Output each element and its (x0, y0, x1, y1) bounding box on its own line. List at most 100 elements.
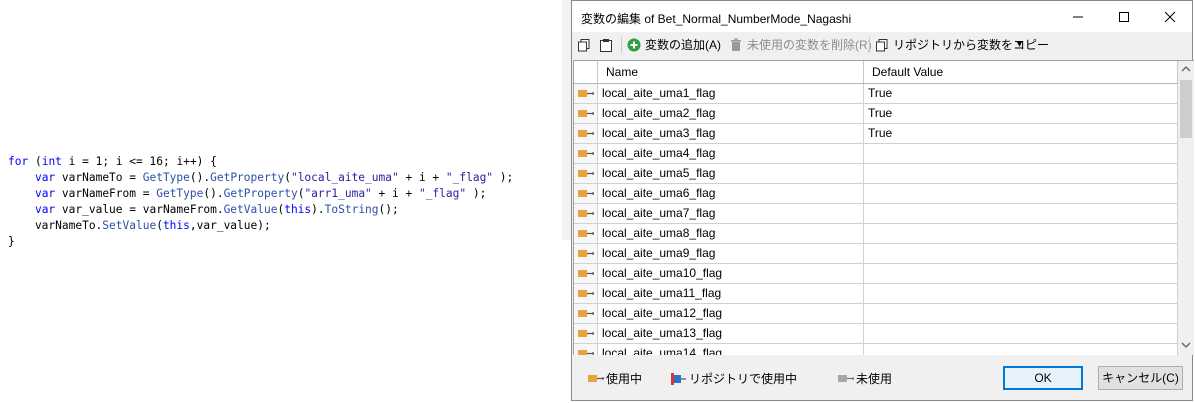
variable-name-cell[interactable]: local_aite_uma4_flag (598, 144, 864, 163)
scrollbar-thumb[interactable] (1180, 80, 1192, 138)
row-status-cell (574, 104, 598, 123)
code-line: } (8, 234, 513, 250)
add-variable-button[interactable]: 変数の追加(A) (627, 36, 727, 54)
copy-from-repository-button[interactable]: リポジトリから変数をコピー (875, 36, 1049, 54)
variable-name-cell[interactable]: local_aite_uma10_flag (598, 264, 864, 283)
code-token: ( (156, 219, 163, 232)
default-value-cell[interactable] (864, 284, 1178, 303)
edit-variables-dialog: 変数の編集 of Bet_Normal_NumberMode_Nagashi 変… (571, 0, 1194, 401)
row-status-cell (574, 304, 598, 323)
maximize-icon (1119, 12, 1129, 22)
code-token: ,var_value); (189, 219, 271, 232)
default-value-cell[interactable] (864, 144, 1178, 163)
legend-in-use-label: 使用中 (606, 372, 643, 386)
table-row[interactable]: local_aite_uma10_flag (574, 264, 1178, 284)
table-row[interactable]: local_aite_uma5_flag (574, 164, 1178, 184)
default-value-cell[interactable] (864, 224, 1178, 243)
code-editor[interactable]: for (int i = 1; i <= 16; i++) { var varN… (8, 154, 513, 250)
table-row[interactable]: local_aite_uma12_flag (574, 304, 1178, 324)
default-value-cell[interactable]: True (864, 124, 1178, 143)
row-status-cell (574, 244, 598, 263)
default-value-cell[interactable] (864, 204, 1178, 223)
default-value-cell[interactable]: True (864, 84, 1178, 103)
code-token: GetType (142, 171, 190, 184)
row-status-cell (574, 264, 598, 283)
variable-in-use-icon (578, 190, 594, 197)
variable-name-cell[interactable]: local_aite_uma8_flag (598, 224, 864, 243)
variable-name-cell[interactable]: local_aite_uma1_flag (598, 84, 864, 103)
table-row[interactable]: local_aite_uma7_flag (574, 204, 1178, 224)
default-value-cell[interactable] (864, 304, 1178, 323)
legend-repo-in-use: リポジトリで使用中 (671, 371, 801, 387)
variable-name-cell[interactable]: local_aite_uma14_flag (598, 344, 864, 355)
vertical-scrollbar[interactable] (1178, 61, 1194, 355)
code-token: var (34, 187, 56, 200)
ok-button[interactable]: OK (1003, 366, 1083, 390)
code-line: for (int i = 1; i <= 16; i++) { (8, 154, 513, 170)
table-row[interactable]: local_aite_uma8_flag (574, 224, 1178, 244)
code-token: ( (284, 171, 291, 184)
table-row[interactable]: local_aite_uma14_flag (574, 344, 1178, 355)
minimize-button[interactable] (1055, 1, 1101, 32)
table-row[interactable]: local_aite_uma4_flag (574, 144, 1178, 164)
table-row[interactable]: local_aite_uma6_flag (574, 184, 1178, 204)
code-token: "arr1_uma" (304, 187, 372, 200)
variable-name-cell[interactable]: local_aite_uma7_flag (598, 204, 864, 223)
table-row[interactable]: local_aite_uma2_flag True (574, 104, 1178, 124)
table-row[interactable]: local_aite_uma1_flag True (574, 84, 1178, 104)
copy-icon (578, 39, 590, 52)
scroll-down-icon[interactable] (1178, 337, 1194, 353)
copy-button[interactable] (577, 36, 593, 54)
title-bar[interactable]: 変数の編集 of Bet_Normal_NumberMode_Nagashi (572, 1, 1192, 32)
variable-name-cell[interactable]: local_aite_uma11_flag (598, 284, 864, 303)
add-variable-label: 変数の追加(A) (645, 38, 721, 52)
table-row[interactable]: local_aite_uma11_flag (574, 284, 1178, 304)
variable-name-cell[interactable]: local_aite_uma3_flag (598, 124, 864, 143)
code-token: ; i++) { (163, 155, 217, 168)
legend-repo-in-use-label: リポジトリで使用中 (689, 372, 798, 386)
paste-button[interactable] (599, 36, 615, 54)
delete-unused-label: 未使用の変数を削除(R) (747, 38, 872, 52)
code-token: } (8, 235, 15, 248)
close-button[interactable] (1147, 1, 1193, 32)
variable-name-cell[interactable]: local_aite_uma6_flag (598, 184, 864, 203)
table-row[interactable]: local_aite_uma13_flag (574, 324, 1178, 344)
default-value-cell[interactable] (864, 184, 1178, 203)
header-name[interactable]: Name (598, 61, 864, 83)
table-row[interactable]: local_aite_uma3_flag True (574, 124, 1178, 144)
delete-unused-button[interactable]: 未使用の変数を削除(R) (729, 36, 872, 54)
variable-name-cell[interactable]: local_aite_uma2_flag (598, 104, 864, 123)
default-value-cell[interactable] (864, 344, 1178, 355)
variable-in-use-icon (578, 250, 594, 257)
variable-in-use-icon (578, 230, 594, 237)
chevron-down-icon[interactable]: ▾ (1017, 36, 1027, 54)
variable-in-use-icon (578, 270, 594, 277)
legend-in-use: 使用中 (588, 371, 658, 387)
code-token: int (41, 155, 62, 168)
code-token: varNameTo. (8, 219, 103, 232)
variable-name-cell[interactable]: local_aite_uma13_flag (598, 324, 864, 343)
scroll-up-icon[interactable] (1178, 61, 1194, 77)
code-token: varNameFrom = (55, 187, 157, 200)
row-status-cell (574, 224, 598, 243)
code-line: var var_value = varNameFrom.GetValue(thi… (8, 202, 513, 218)
variable-name-cell[interactable]: local_aite_uma9_flag (598, 244, 864, 263)
toolbar-separator (621, 37, 622, 53)
default-value-cell[interactable] (864, 244, 1178, 263)
header-default-value[interactable]: Default Value (864, 61, 1178, 83)
variable-name-cell[interactable]: local_aite_uma5_flag (598, 164, 864, 183)
default-value-cell[interactable] (864, 164, 1178, 183)
code-token: ); (466, 187, 487, 200)
code-token: for (8, 155, 29, 168)
default-value-cell[interactable] (864, 324, 1178, 343)
legend-unused-label: 未使用 (856, 372, 893, 386)
default-value-cell[interactable] (864, 264, 1178, 283)
row-status-cell (574, 284, 598, 303)
variable-name-cell[interactable]: local_aite_uma12_flag (598, 304, 864, 323)
maximize-button[interactable] (1101, 1, 1147, 32)
table-row[interactable]: local_aite_uma9_flag (574, 244, 1178, 264)
default-value-cell[interactable]: True (864, 104, 1178, 123)
cancel-button[interactable]: キャンセル(C) (1098, 366, 1183, 390)
